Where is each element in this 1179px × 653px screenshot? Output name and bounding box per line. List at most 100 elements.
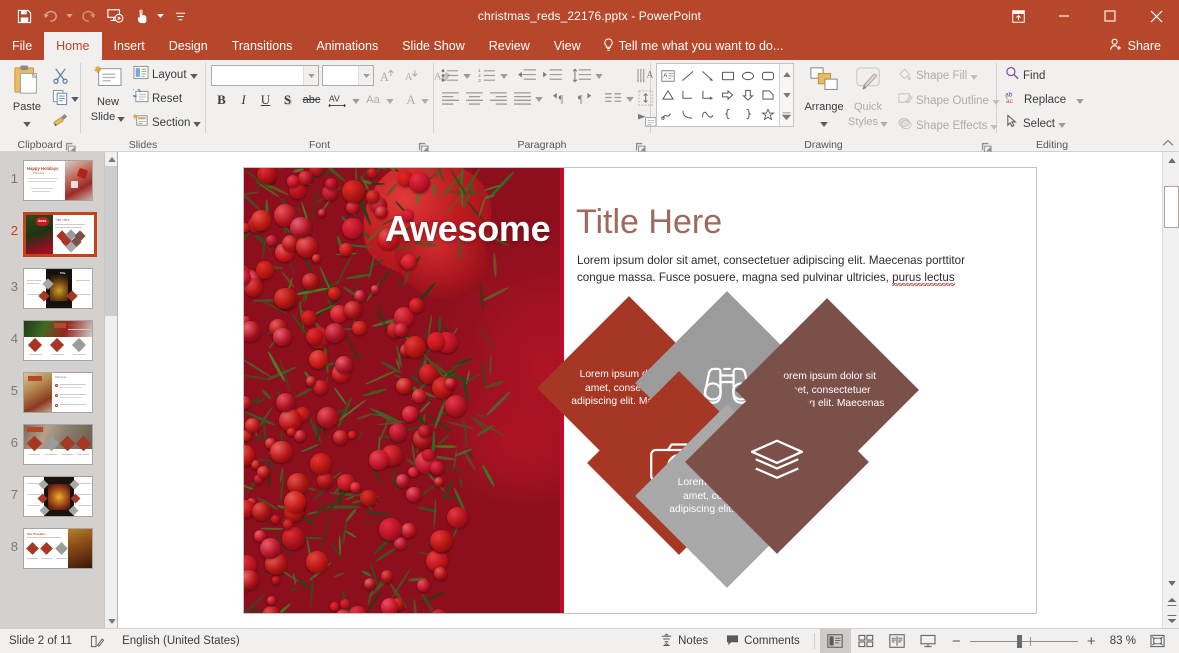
clipboard-dialog-launcher-icon[interactable] <box>65 140 76 153</box>
find-button[interactable]: Find <box>1002 65 1087 86</box>
zoom-out-button[interactable]: − <box>950 634 963 649</box>
tab-review[interactable]: Review <box>477 32 542 60</box>
scroll-up-icon[interactable] <box>1163 152 1179 169</box>
zoom-slider-track[interactable] <box>969 634 1078 648</box>
thumbnail-pane-scrollbar[interactable] <box>104 152 117 628</box>
replace-button[interactable]: ab ac Replace <box>1002 89 1087 110</box>
columns-dropdown-icon[interactable] <box>626 89 634 107</box>
list-item[interactable]: 4 Title Here <box>0 320 104 361</box>
columns-button[interactable] <box>602 88 625 108</box>
section-button[interactable]: Section <box>130 112 204 134</box>
shape-arrow-icon[interactable] <box>698 66 718 85</box>
ribbon-display-options-icon[interactable] <box>995 0 1041 32</box>
tab-view[interactable]: View <box>542 32 593 60</box>
slide-show-view-button[interactable] <box>913 629 944 653</box>
section-dropdown-icon[interactable] <box>193 114 202 132</box>
layout-button[interactable]: Layout <box>130 64 204 86</box>
list-item[interactable]: 1 Happy Holidays Title Here <box>0 160 104 201</box>
shape-fill-dropdown-icon[interactable] <box>970 67 978 85</box>
character-spacing-dropdown-icon[interactable] <box>352 91 360 109</box>
text-direction-button[interactable]: ¶ <box>549 88 573 108</box>
shape-fill-button[interactable]: Shape Fill <box>894 65 1003 87</box>
shape-elbow-arrow-icon[interactable] <box>698 85 718 104</box>
customize-quick-access-toolbar-icon[interactable] <box>168 5 192 27</box>
shape-gallery[interactable]: A <box>656 63 794 127</box>
tab-file[interactable]: File <box>0 32 44 60</box>
list-item[interactable]: 6 <box>0 424 104 465</box>
shape-triangle-icon[interactable] <box>658 85 678 104</box>
paste-dropdown-icon[interactable] <box>23 114 31 132</box>
zoom-level-indicator[interactable]: 83 % <box>1104 629 1142 653</box>
align-right-button[interactable] <box>487 88 510 108</box>
language-indicator[interactable]: English (United States) <box>113 629 249 653</box>
font-color-button[interactable]: A <box>402 90 420 110</box>
comments-button[interactable]: Comments <box>717 629 809 653</box>
slide-body-text[interactable]: Lorem ipsum dolor sit amet, consectetuer… <box>577 252 995 286</box>
format-painter-button[interactable] <box>49 109 71 130</box>
shape-star-icon[interactable] <box>758 104 778 123</box>
shape-oval-icon[interactable] <box>738 66 758 85</box>
cut-button[interactable] <box>49 65 71 86</box>
justify-dropdown-icon[interactable] <box>535 89 543 107</box>
justify-button[interactable] <box>511 88 534 108</box>
close-icon[interactable] <box>1133 0 1179 32</box>
start-from-beginning-icon[interactable] <box>103 5 127 27</box>
slide-thumbnail-1[interactable]: Happy Holidays Title Here <box>23 160 93 201</box>
list-item[interactable]: 2 Awes Title Here <box>0 212 104 257</box>
slide-thumbnail-5[interactable]: Title Here <box>23 372 93 413</box>
shape-right-arrow-icon[interactable] <box>718 85 738 104</box>
shape-rounded-rectangle-icon[interactable] <box>758 66 778 85</box>
slide-sorter-view-button[interactable] <box>851 629 882 653</box>
tab-insert[interactable]: Insert <box>102 32 157 60</box>
tab-slide-show[interactable]: Slide Show <box>390 32 477 60</box>
thumbnail-scroll-down-icon[interactable] <box>105 614 117 628</box>
quick-styles-dropdown-icon[interactable] <box>880 114 888 132</box>
line-spacing-dropdown-icon[interactable] <box>595 66 603 84</box>
center-button[interactable] <box>463 88 486 108</box>
slide-edit-area[interactable]: Awesome Title Here Lorem ipsum dolor sit… <box>118 152 1162 628</box>
select-button[interactable]: Select <box>1002 113 1087 134</box>
align-text-button[interactable]: ¶ <box>574 88 598 108</box>
zoom-in-button[interactable]: + <box>1085 634 1098 649</box>
replace-dropdown-icon[interactable] <box>1076 91 1084 109</box>
list-item[interactable]: 7 <box>0 476 104 517</box>
new-slide-button[interactable]: New Slide <box>86 63 130 129</box>
tab-transitions[interactable]: Transitions <box>220 32 305 60</box>
decrease-font-size-button[interactable]: A <box>401 66 422 86</box>
slide-overlay-title[interactable]: Awesome <box>385 208 551 250</box>
slide-background-photo[interactable]: Awesome <box>244 167 560 613</box>
spell-check-icon[interactable] <box>81 629 113 653</box>
shape-gallery-more-icon[interactable] <box>780 106 793 126</box>
thumbnail-scroll-up-icon[interactable] <box>105 152 117 166</box>
shape-arc-icon[interactable] <box>698 104 718 123</box>
character-spacing-button[interactable]: AV <box>325 90 351 110</box>
restore-icon[interactable] <box>1087 0 1133 32</box>
bullets-button[interactable] <box>439 65 462 85</box>
zoom-slider[interactable]: − + <box>944 634 1104 649</box>
line-spacing-button[interactable] <box>570 65 594 85</box>
thumbnail-scrollbar-thumb[interactable] <box>105 166 117 316</box>
shape-flowchart-icon[interactable] <box>758 85 778 104</box>
touch-mode-dropdown-icon[interactable] <box>155 5 166 27</box>
paste-button[interactable]: Paste <box>5 63 49 134</box>
scroll-down-icon[interactable] <box>1163 575 1179 592</box>
slide-thumbnail-8[interactable]: Two Possible... <box>23 528 93 569</box>
save-icon[interactable] <box>12 5 36 27</box>
shape-curve-icon[interactable] <box>678 104 698 123</box>
zoom-slider-handle[interactable] <box>1016 634 1022 648</box>
change-case-dropdown-icon[interactable] <box>386 91 394 109</box>
layout-dropdown-icon[interactable] <box>189 66 198 84</box>
font-name-dropdown-icon[interactable] <box>303 66 318 85</box>
change-case-button[interactable]: Aa <box>361 90 385 110</box>
arrange-dropdown-icon[interactable] <box>820 114 828 132</box>
shape-elbow-connector-icon[interactable] <box>678 85 698 104</box>
next-slide-icon[interactable] <box>1163 610 1179 627</box>
italic-button[interactable]: I <box>233 90 254 110</box>
shape-scribble-icon[interactable] <box>658 104 678 123</box>
page-title[interactable]: Title Here <box>576 202 722 242</box>
collapse-ribbon-icon[interactable] <box>1161 136 1175 150</box>
list-item[interactable]: 8 Two Possible... <box>0 528 104 569</box>
normal-view-button[interactable] <box>819 628 851 653</box>
tab-design[interactable]: Design <box>157 32 220 60</box>
slide-thumbnail-6[interactable] <box>23 424 93 465</box>
